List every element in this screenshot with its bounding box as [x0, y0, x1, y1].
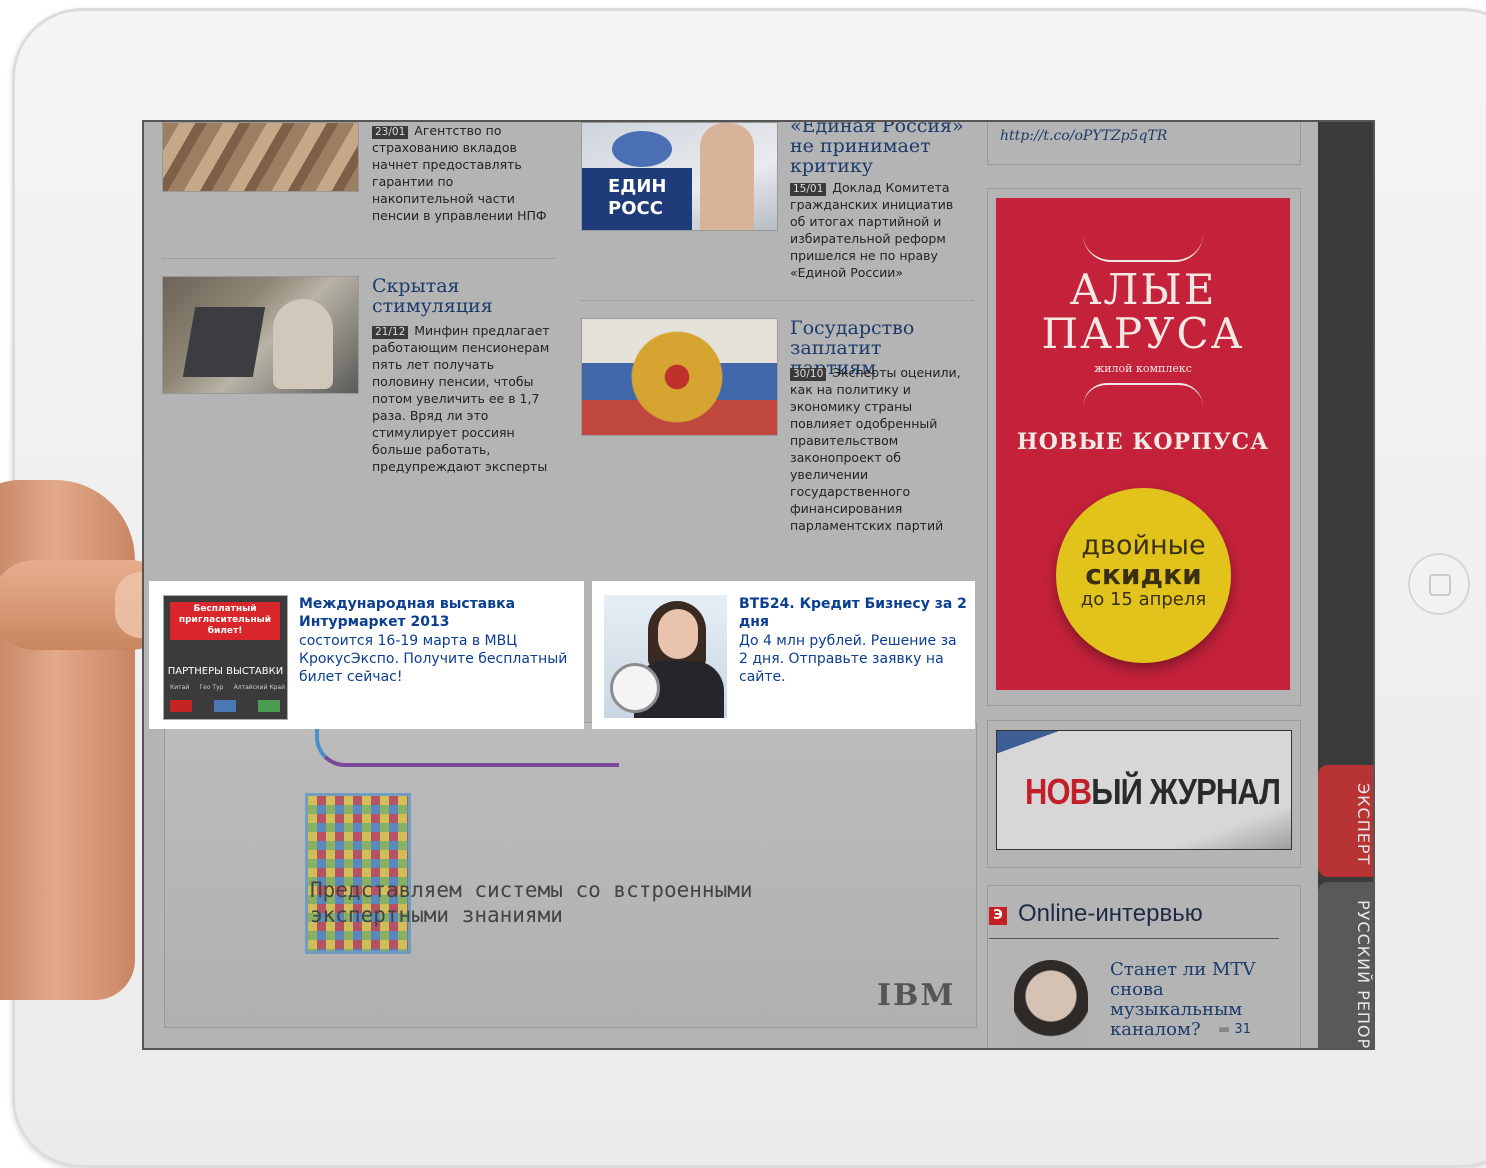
tablet-screen: 23/01 Агентство по страхованию вкладов на… — [144, 122, 1373, 1048]
home-button[interactable] — [1408, 553, 1470, 615]
hand-image — [0, 480, 135, 1000]
home-square-icon — [1429, 574, 1451, 596]
screen-overlay — [144, 122, 1373, 1048]
